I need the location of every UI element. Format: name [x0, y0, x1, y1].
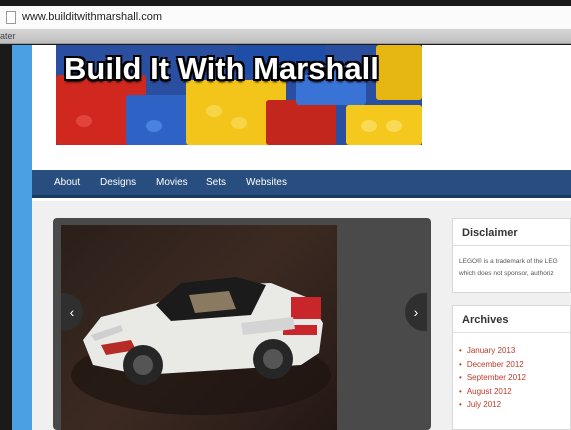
lego-stud [206, 105, 222, 117]
page-icon [6, 11, 16, 24]
disclaimer-text-line: LEGO® is a trademark of the LEG [459, 258, 558, 265]
disclaimer-title: Disclaimer [462, 227, 518, 239]
archive-link[interactable]: • September 2012 [459, 373, 526, 387]
nav-item-sets[interactable]: Sets [206, 177, 226, 188]
archive-link[interactable]: • July 2012 [459, 400, 526, 414]
bullet-icon: • [459, 346, 462, 355]
browser-window: www.builditwithmarshall.com ater Build I… [0, 0, 571, 430]
archive-link[interactable]: • December 2012 [459, 360, 526, 374]
archive-link-label[interactable]: July 2012 [467, 400, 501, 409]
slide-photo[interactable] [61, 225, 337, 430]
archive-link-label[interactable]: September 2012 [467, 373, 526, 382]
widget-divider [453, 332, 570, 333]
lego-car-icon [71, 277, 331, 415]
lego-stud [76, 115, 92, 127]
lego-stud [146, 120, 162, 132]
site-banner[interactable]: Build It With Marshall [56, 45, 422, 145]
archive-link-label[interactable]: January 2013 [467, 346, 515, 355]
nav-item-designs[interactable]: Designs [100, 177, 136, 188]
lego-brick-image [346, 105, 422, 145]
lego-brick-image [376, 45, 422, 100]
archive-link-label[interactable]: December 2012 [467, 360, 524, 369]
bullet-icon: • [459, 359, 462, 369]
tab-label[interactable]: ater [0, 31, 16, 41]
archives-widget: Archives • January 2013 • December 2012 • S… [452, 305, 571, 430]
lego-stud [386, 120, 402, 132]
featured-slider: ‹ › [53, 218, 431, 430]
widget-divider [453, 245, 570, 246]
slider-next-button[interactable]: › [405, 293, 427, 331]
archive-link[interactable]: • January 2013 [459, 346, 526, 360]
bullet-icon: • [459, 400, 462, 409]
bullet-icon: • [459, 373, 462, 382]
archives-title: Archives [462, 314, 509, 326]
address-url[interactable]: www.builditwithmarshall.com [22, 11, 162, 23]
archive-link-label[interactable]: August 2012 [467, 387, 512, 396]
bullet-icon: • [459, 386, 462, 396]
disclaimer-widget: Disclaimer LEGO® is a trademark of the L… [452, 218, 571, 293]
tab-strip: ater [0, 30, 571, 44]
lego-stud [231, 117, 247, 129]
archives-list: • January 2013 • December 2012 • September … [459, 346, 526, 414]
archive-link[interactable]: • August 2012 [459, 387, 526, 401]
web-page: Build It With Marshall About Designs Mov… [32, 45, 571, 430]
nav-item-websites[interactable]: Websites [246, 177, 287, 188]
lego-brick-image [266, 100, 336, 145]
disclaimer-text-line: which does not sponsor, authoriz [459, 270, 554, 277]
nav-item-movies[interactable]: Movies [156, 177, 188, 188]
page-left-stripe [12, 45, 32, 430]
lego-stud [361, 120, 377, 132]
main-nav: About Designs Movies Sets Websites [32, 170, 571, 198]
nav-item-about[interactable]: About [54, 177, 80, 188]
site-title[interactable]: Build It With Marshall [64, 51, 379, 87]
address-bar[interactable]: www.builditwithmarshall.com [0, 6, 571, 30]
